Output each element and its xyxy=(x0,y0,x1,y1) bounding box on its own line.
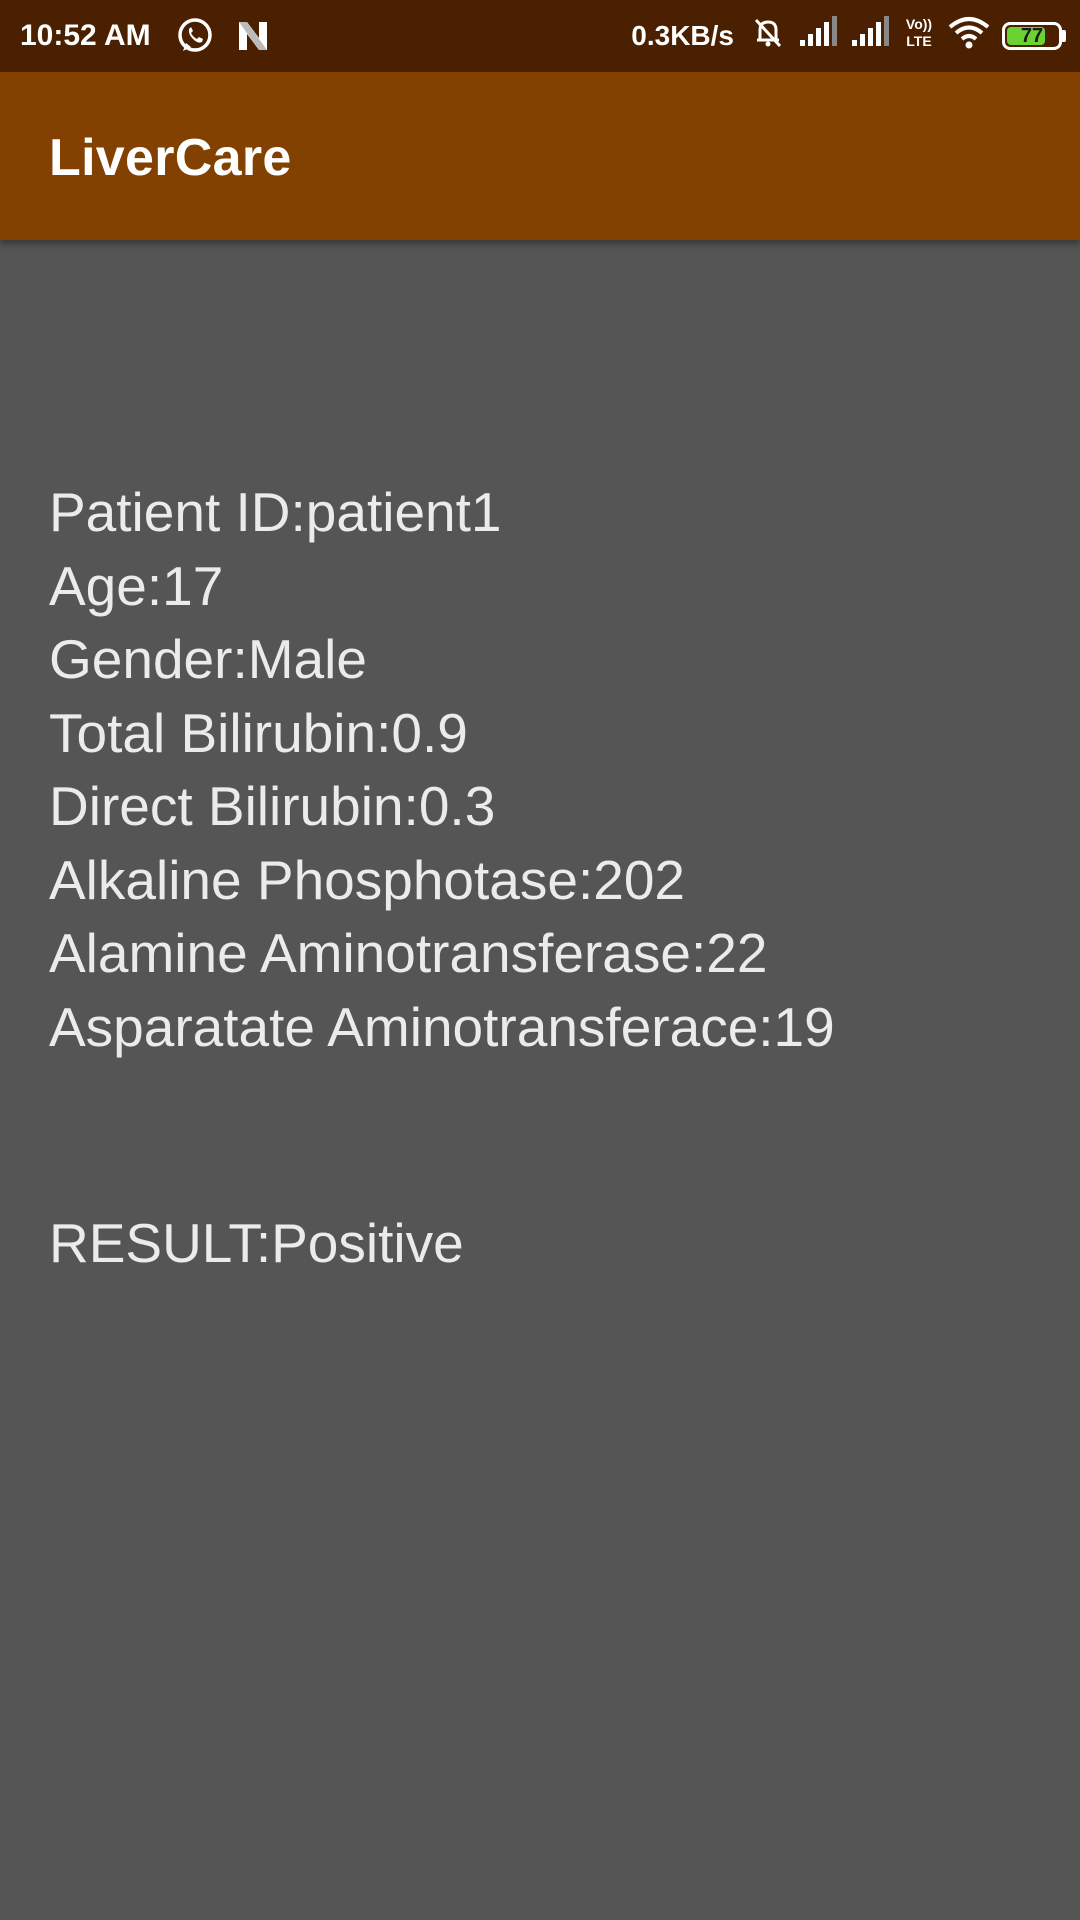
patient-details: Patient ID:patient1 Age:17 Gender:Male T… xyxy=(49,476,835,1064)
asparatate-aminotransferace-field: Asparatate Aminotransferace:19 xyxy=(49,995,835,1058)
network-speed: 0.3KB/s xyxy=(631,20,734,51)
battery-tip xyxy=(1062,30,1066,42)
n-app-icon xyxy=(233,16,273,64)
mute-bell-icon xyxy=(750,14,786,58)
status-notification-icons xyxy=(175,16,273,64)
app-bar: LiverCare xyxy=(0,72,1080,240)
volte-icon: Vo)) LTE xyxy=(902,14,936,58)
volte-label-top: Vo)) xyxy=(906,16,932,32)
app-title: LiverCare xyxy=(49,129,292,187)
volte-label-bottom: LTE xyxy=(906,33,931,49)
patient-id-field: Patient ID:patient1 xyxy=(49,481,502,543)
result-text: RESULT:Positive xyxy=(49,1212,464,1274)
status-time: 10:52 AM xyxy=(20,19,151,52)
alamine-aminotransferase-field: Alamine Aminotransferase:22 xyxy=(49,922,768,984)
signal-icon xyxy=(850,16,890,56)
status-right-group: 0.3KB/s Vo)) LTE 77 xyxy=(631,0,1066,72)
direct-bilirubin-field: Direct Bilirubin:0.3 xyxy=(49,775,496,837)
gender-field: Gender:Male xyxy=(49,628,367,690)
signal-icon xyxy=(798,16,838,56)
battery-icon: 77 xyxy=(1002,22,1062,50)
wifi-icon xyxy=(948,15,990,57)
age-field: Age:17 xyxy=(49,554,224,617)
alkaline-phosphotase-field: Alkaline Phosphotase:202 xyxy=(49,848,686,911)
battery-level: 77 xyxy=(1020,24,1044,47)
whatsapp-icon xyxy=(175,16,215,64)
total-bilirubin-field: Total Bilirubin:0.9 xyxy=(49,701,468,764)
status-bar: 10:52 AM 0.3KB/s Vo)) LTE 77 xyxy=(0,0,1080,72)
